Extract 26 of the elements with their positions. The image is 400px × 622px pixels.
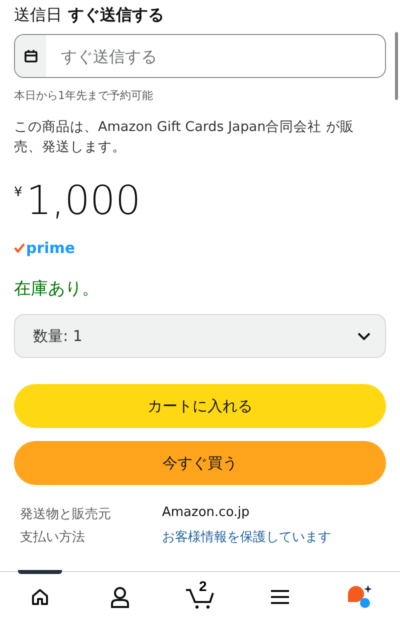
person-icon	[110, 586, 130, 608]
info-label: 支払い方法	[20, 529, 86, 546]
stock-status: 在庫あり。	[14, 278, 100, 300]
cart-count: 2	[199, 578, 207, 594]
delivery-value: すぐ送信する	[68, 4, 164, 26]
prime-logo: prime	[26, 239, 76, 257]
price-amount: 1,000	[26, 177, 141, 225]
add-to-cart-button[interactable]: カートに入れる	[14, 384, 386, 428]
info-label: 発送物と販売元	[20, 506, 112, 523]
home-icon	[30, 587, 50, 607]
info-link[interactable]: お客様情報を保護しています	[162, 528, 386, 546]
assistant-icon	[346, 584, 374, 610]
scrollbar	[395, 32, 398, 100]
quantity-dropdown[interactable]: 数量: 1	[14, 314, 386, 358]
calendar-icon	[24, 49, 38, 63]
date-field[interactable]: すぐ送信する	[14, 34, 386, 78]
delivery-label: 送信日	[14, 4, 62, 26]
check-icon	[14, 243, 25, 253]
info-value: Amazon.co.jp	[162, 505, 251, 522]
menu-icon	[270, 589, 290, 605]
hint-text: 本日から1年先まで予約可能	[14, 88, 154, 103]
currency-symbol: ¥	[14, 185, 22, 200]
seller-note: この商品は、Amazon Gift Cards Japan合同会社 が販売、発送します。	[14, 118, 356, 157]
chevron-down-icon	[357, 332, 371, 340]
nav-tab[interactable]: 2	[160, 572, 240, 622]
buy-now-button[interactable]: 今すぐ買う	[14, 441, 386, 485]
